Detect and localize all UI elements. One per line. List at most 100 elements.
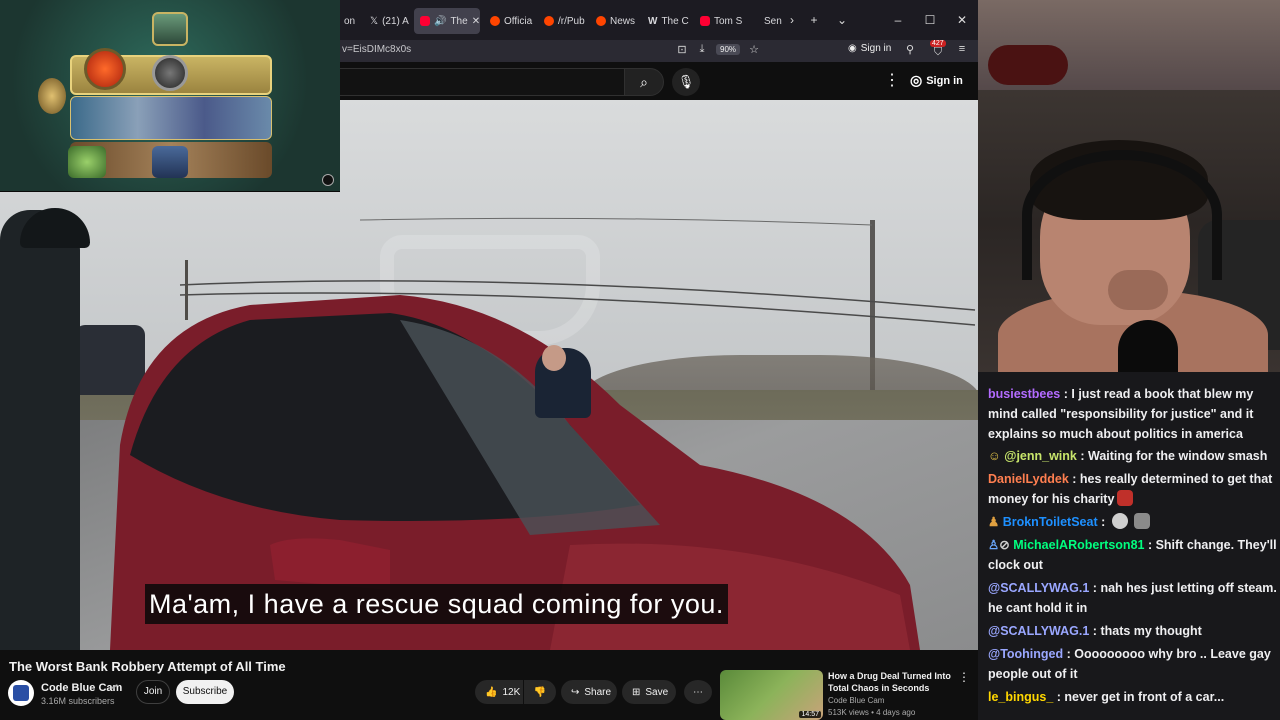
new-tab-icon[interactable]: +: [804, 10, 824, 30]
youtube-icon: [420, 16, 430, 26]
extensions-icon[interactable]: ⚲: [902, 43, 918, 56]
save-label: Save: [645, 686, 669, 698]
screenshot-icon[interactable]: ⊡: [674, 43, 690, 56]
microphone-icon: [1118, 320, 1178, 372]
like-button[interactable]: 👍 12K: [475, 680, 523, 704]
chat-message: ♟ BroknToiletSeat :: [988, 512, 1278, 532]
chat-message: @Toohinged : Ooooooooo why bro .. Leave …: [988, 647, 1271, 681]
chat-text: never get in front of a car...: [1064, 690, 1225, 704]
tab-label: The C: [661, 15, 689, 27]
video-subtitle: Ma'am, I have a rescue squad coming for …: [145, 584, 728, 624]
chat-username[interactable]: MichaelARobertson81: [1013, 538, 1144, 552]
chat-message: ♙⊘ MichaelARobertson81 : Shift change. T…: [988, 538, 1277, 572]
channel-avatar[interactable]: [8, 680, 34, 706]
recommended-thumbnail[interactable]: 14:57: [720, 670, 823, 720]
skull-emote-icon: [1111, 513, 1128, 529]
tab-5[interactable]: News: [590, 8, 640, 34]
chat-username[interactable]: le_bingus_: [988, 690, 1053, 704]
share-button[interactable]: ↪ Share: [561, 680, 617, 704]
zoom-level[interactable]: 90%: [716, 44, 741, 55]
tab-3[interactable]: Officia: [484, 8, 536, 34]
settings-gear-icon[interactable]: [322, 174, 334, 186]
chat-message: le_bingus_ : never get in front of a car…: [988, 690, 1225, 704]
share-label: Share: [584, 686, 612, 698]
chat-message: @SCALLYWAG.1 : thats my thought: [988, 624, 1202, 638]
speaker-icon: 🔊: [434, 15, 447, 27]
chat-username[interactable]: busiestbees: [988, 387, 1060, 401]
game-overlay: [0, 0, 340, 192]
account-icon: ◎: [910, 72, 923, 88]
recommended-channel[interactable]: Code Blue Cam: [828, 696, 884, 705]
save-button[interactable]: ⊞ Save: [622, 680, 676, 704]
search-button[interactable]: ⌕: [624, 68, 664, 96]
more-actions-button[interactable]: ⋯: [684, 680, 712, 704]
bookmark-star-icon[interactable]: ☆: [746, 43, 762, 56]
close-tab-icon[interactable]: ✕: [472, 16, 480, 27]
streamer-hand: [1108, 270, 1168, 310]
download-icon[interactable]: ⤓: [694, 43, 710, 56]
recommended-more-icon[interactable]: ⋮: [958, 670, 970, 684]
close-window-icon[interactable]: ✕: [952, 10, 972, 30]
tab-7[interactable]: Tom S: [694, 8, 744, 34]
game-board-cards: [70, 96, 272, 140]
more-options-icon[interactable]: ⋮: [884, 70, 900, 90]
tab-4[interactable]: /r/Pub: [538, 8, 590, 34]
tab-label: Officia: [504, 15, 533, 27]
player-hero: [152, 146, 188, 178]
minimize-icon[interactable]: –: [888, 10, 908, 30]
more-horizontal-icon: ⋯: [693, 686, 703, 698]
player-card: [68, 146, 106, 178]
reddit-icon: [596, 16, 606, 26]
video-details: The Worst Bank Robbery Attempt of All Ti…: [0, 650, 978, 720]
thumbs-up-icon: 👍: [485, 686, 498, 698]
tab-label: News: [610, 15, 636, 27]
tab-6[interactable]: W The C: [642, 8, 690, 34]
tab-1[interactable]: 𝕏 (21) A: [364, 8, 412, 34]
tab-label: on: [344, 15, 356, 27]
youtube-sign-in-label: Sign in: [926, 74, 963, 87]
chat-username[interactable]: @SCALLYWAG.1: [988, 624, 1089, 638]
microphone-icon: 🎙: [677, 74, 695, 89]
chat-username[interactable]: DanielLyddek: [988, 472, 1069, 486]
url-field[interactable]: v=EisDIMc8x0s: [342, 44, 411, 55]
chat-username[interactable]: @jenn_wink: [1004, 449, 1077, 463]
x-icon: 𝕏: [370, 15, 379, 27]
hero-power-icon: [152, 55, 188, 91]
tab-list-icon[interactable]: ⌄: [832, 10, 852, 30]
headphones-icon: [1022, 150, 1222, 280]
tab-0[interactable]: on: [338, 8, 364, 34]
fire-orb-icon: [84, 48, 126, 90]
voice-search-button[interactable]: 🎙: [672, 68, 700, 96]
join-button[interactable]: Join: [136, 680, 170, 704]
subscriber-count: 3.16M subscribers: [41, 696, 115, 706]
search-input[interactable]: [338, 68, 624, 96]
dislike-button[interactable]: 👎: [524, 680, 556, 704]
chat-username[interactable]: @SCALLYWAG.1: [988, 581, 1089, 595]
subscribe-button[interactable]: Subscribe: [176, 680, 234, 704]
chat-text: Waiting for the window smash: [1087, 449, 1268, 463]
hero-portrait: [152, 12, 188, 46]
shelf-decoration: [988, 45, 1068, 85]
youtube-sign-in-button[interactable]: ◎ Sign in: [910, 72, 963, 89]
tab-2[interactable]: 🔊 The ✕: [414, 8, 480, 34]
chat-username[interactable]: @Toohinged: [988, 647, 1063, 661]
maximize-icon[interactable]: ☐: [920, 10, 940, 30]
tab-label: The: [450, 15, 468, 27]
reddit-icon: [544, 16, 554, 26]
chat-message: ☺ @jenn_wink : Waiting for the window sm…: [988, 449, 1268, 463]
chat-message: @SCALLYWAG.1 : nah hes just letting off …: [988, 581, 1277, 615]
verified-icon: ✔: [111, 682, 119, 692]
shield-icon[interactable]: ⛉: [930, 46, 946, 59]
wrench-emote-icon: [1134, 513, 1151, 529]
live-chat: busiestbees : I just read a book that bl…: [978, 372, 1280, 720]
smiley-badge-icon: ☺: [988, 449, 1001, 463]
tab-scroll-right-icon[interactable]: ›: [782, 10, 802, 30]
chat-username[interactable]: BroknToiletSeat: [1003, 515, 1098, 529]
chat-message: busiestbees : I just read a book that bl…: [988, 387, 1254, 441]
hamburger-menu-icon[interactable]: ≡: [954, 43, 970, 55]
tab-label: (21) A: [382, 15, 409, 27]
browser-sign-in-button[interactable]: ◉ Sign in: [848, 43, 891, 54]
recommended-title[interactable]: How a Drug Deal Turned Into Total Chaos …: [828, 670, 958, 694]
like-count: 12K: [502, 686, 521, 698]
video-title: The Worst Bank Robbery Attempt of All Ti…: [9, 659, 286, 674]
